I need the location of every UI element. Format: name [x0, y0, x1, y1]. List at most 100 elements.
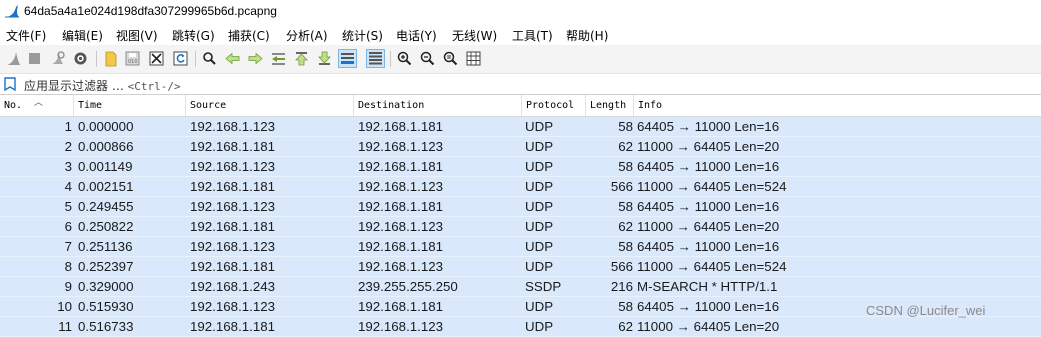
- cell-time: 0.515930: [78, 299, 134, 314]
- capture-options-icon[interactable]: [71, 49, 90, 68]
- cell-protocol: UDP: [525, 119, 554, 134]
- packet-row[interactable]: 6 0.250822 192.168.1.181 192.168.1.123 UDP 62…: [0, 217, 1041, 237]
- packet-row[interactable]: 11 0.516733 192.168.1.181 192.168.1.123 UDP 6…: [0, 317, 1041, 337]
- filter-bookmark-icon[interactable]: [4, 77, 16, 91]
- zoom-out-icon[interactable]: [418, 49, 437, 68]
- cell-no: 4: [64, 179, 72, 194]
- cell-protocol: UDP: [525, 199, 554, 214]
- column-header-length[interactable]: Length: [586, 95, 634, 116]
- menu-go[interactable]: 跳转(G): [172, 27, 215, 44]
- cell-source: 192.168.1.123: [190, 159, 276, 174]
- menu-statistics[interactable]: 统计(S): [342, 27, 383, 44]
- cell-time: 0.252397: [78, 259, 134, 274]
- column-header-destination[interactable]: Destination: [354, 95, 522, 116]
- cell-no: 2: [64, 139, 72, 154]
- column-header-source[interactable]: Source: [186, 95, 354, 116]
- menu-help[interactable]: 帮助(H): [566, 27, 608, 44]
- cell-destination: 192.168.1.123: [358, 259, 444, 274]
- cell-no: 1: [64, 119, 72, 134]
- packet-row[interactable]: 3 0.001149 192.168.1.123 192.168.1.181 UDP 58…: [0, 157, 1041, 177]
- open-file-icon[interactable]: [101, 49, 120, 68]
- cell-length: 566: [610, 179, 633, 194]
- cell-info: 11000 → 64405 Len=524: [637, 179, 787, 194]
- menu-telephony[interactable]: 电话(Y): [396, 27, 437, 44]
- cell-protocol: UDP: [525, 219, 554, 234]
- zoom-normal-icon[interactable]: [441, 49, 460, 68]
- cell-source: 192.168.1.243: [190, 279, 276, 294]
- find-packet-icon[interactable]: [200, 49, 219, 68]
- menu-capture[interactable]: 捕获(C): [228, 27, 270, 44]
- cell-destination: 192.168.1.181: [358, 159, 444, 174]
- cell-destination: 192.168.1.181: [358, 239, 444, 254]
- go-forward-icon[interactable]: [246, 49, 265, 68]
- column-header-protocol[interactable]: Protocol: [522, 95, 586, 116]
- menu-edit[interactable]: 编辑(E): [62, 27, 103, 44]
- go-back-icon[interactable]: [223, 49, 242, 68]
- cell-source: 192.168.1.181: [190, 259, 276, 274]
- save-file-icon[interactable]: 010: [123, 49, 142, 68]
- packet-row[interactable]: 5 0.249455 192.168.1.123 192.168.1.181 UDP 58…: [0, 197, 1041, 217]
- cell-info: 11000 → 64405 Len=20: [637, 139, 780, 154]
- cell-length: 62: [618, 319, 633, 334]
- packet-list[interactable]: No. ︿ Time Source Destination Protocol L…: [0, 95, 1041, 337]
- resize-columns-icon[interactable]: [464, 49, 483, 68]
- column-header-no[interactable]: No. ︿: [0, 95, 74, 116]
- stop-capture-icon[interactable]: [25, 49, 44, 68]
- packet-row[interactable]: 4 0.002151 192.168.1.181 192.168.1.123 UDP 56…: [0, 177, 1041, 197]
- menu-file[interactable]: 文件(F): [6, 27, 46, 44]
- cell-time: 0.002151: [78, 179, 134, 194]
- packet-row[interactable]: 9 0.329000 192.168.1.243 239.255.255.250 SSD…: [0, 277, 1041, 297]
- cell-length: 566: [610, 259, 633, 274]
- cell-destination: 192.168.1.181: [358, 299, 444, 314]
- display-filter-input[interactable]: [20, 76, 1040, 92]
- window-title: 64da5a4a1e024d198dfa307299965b6d.pcapng: [24, 4, 277, 18]
- go-to-packet-icon[interactable]: [269, 49, 288, 68]
- cell-source: 192.168.1.123: [190, 199, 276, 214]
- packet-row[interactable]: 8 0.252397 192.168.1.181 192.168.1.123 UDP 56…: [0, 257, 1041, 277]
- cell-source: 192.168.1.181: [190, 179, 276, 194]
- cell-no: 5: [64, 199, 72, 214]
- menu-tools[interactable]: 工具(T): [512, 27, 553, 44]
- cell-no: 3: [64, 159, 72, 174]
- csdn-watermark: CSDN @Lucifer_wei: [866, 303, 986, 318]
- cell-protocol: UDP: [525, 299, 554, 314]
- packet-row[interactable]: 2 0.000866 192.168.1.181 192.168.1.123 UDP 62…: [0, 137, 1041, 157]
- shark-fin-start-icon[interactable]: [4, 49, 23, 68]
- column-header-time[interactable]: Time: [74, 95, 186, 116]
- svg-text:010: 010: [128, 59, 138, 65]
- cell-source: 192.168.1.123: [190, 239, 276, 254]
- cell-info: 11000 → 64405 Len=20: [637, 219, 780, 234]
- packet-list-header: No. ︿ Time Source Destination Protocol L…: [0, 95, 1041, 117]
- menu-wireless[interactable]: 无线(W): [452, 27, 497, 44]
- cell-time: 0.249455: [78, 199, 134, 214]
- cell-time: 0.000866: [78, 139, 134, 154]
- packet-row[interactable]: 1 0.000000 192.168.1.123 192.168.1.181 UDP 58…: [0, 117, 1041, 137]
- autoscroll-icon[interactable]: [338, 49, 357, 68]
- cell-protocol: UDP: [525, 179, 554, 194]
- cell-info: 11000 → 64405 Len=20: [637, 319, 780, 334]
- menu-view[interactable]: 视图(V): [116, 27, 158, 44]
- cell-source: 192.168.1.181: [190, 219, 276, 234]
- go-first-icon[interactable]: [292, 49, 311, 68]
- menu-analyze[interactable]: 分析(A): [286, 27, 328, 44]
- sort-ascending-icon: ︿: [34, 98, 44, 108]
- go-last-icon[interactable]: [315, 49, 334, 68]
- colorize-icon[interactable]: [366, 49, 385, 68]
- column-header-no-label: No.: [4, 100, 23, 111]
- close-file-icon[interactable]: [147, 49, 166, 68]
- zoom-in-icon[interactable]: [395, 49, 414, 68]
- cell-info: 11000 → 64405 Len=524: [637, 259, 787, 274]
- cell-time: 0.001149: [78, 159, 133, 174]
- cell-destination: 192.168.1.181: [358, 199, 444, 214]
- cell-length: 58: [618, 239, 633, 254]
- cell-length: 58: [618, 159, 633, 174]
- cell-length: 216: [610, 279, 633, 294]
- column-header-info[interactable]: Info: [634, 95, 1041, 116]
- packet-row[interactable]: 7 0.251136 192.168.1.123 192.168.1.181 UDP 58…: [0, 237, 1041, 257]
- cell-source: 192.168.1.181: [190, 319, 276, 334]
- cell-length: 58: [618, 199, 633, 214]
- cell-source: 192.168.1.123: [190, 119, 276, 134]
- restart-capture-icon[interactable]: [48, 49, 67, 68]
- reload-file-icon[interactable]: [171, 49, 190, 68]
- cell-destination: 239.255.255.250: [358, 279, 458, 294]
